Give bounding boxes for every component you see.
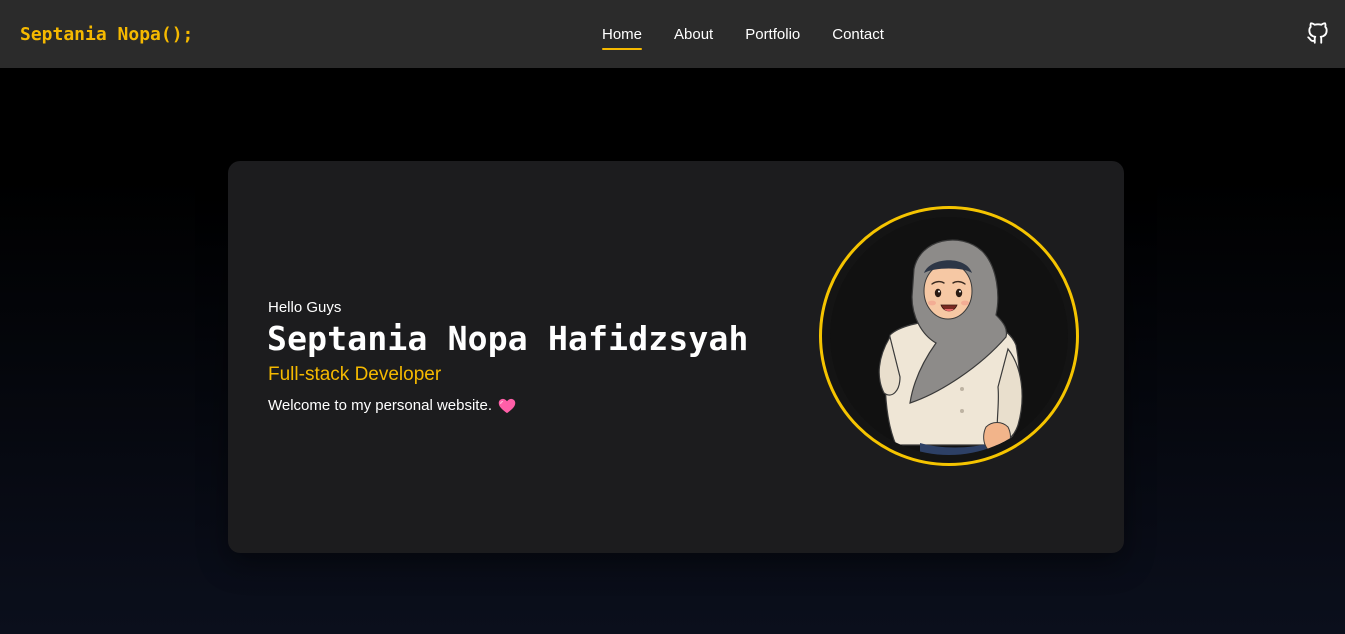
brand-logo[interactable]: Septania Nopa(); — [20, 0, 193, 68]
avatar-illustration — [830, 217, 1068, 455]
greeting-text: Hello Guys — [268, 299, 342, 316]
nav-link-portfolio[interactable]: Portfolio — [745, 20, 800, 49]
navbar: Septania Nopa(); Home About Portfolio Co… — [0, 0, 1345, 68]
hero-role: Full-stack Developer — [268, 364, 442, 385]
nav-link-about[interactable]: About — [674, 20, 713, 49]
nav-link-contact[interactable]: Contact — [832, 20, 884, 49]
welcome-line: Welcome to my personal website. — [268, 397, 516, 414]
hero-card: Hello Guys Septania Nopa Hafidzsyah Full… — [228, 161, 1124, 553]
avatar — [819, 206, 1079, 466]
welcome-text: Welcome to my personal website. — [268, 397, 492, 414]
github-icon[interactable] — [1305, 20, 1331, 46]
hero-name: Septania Nopa Hafidzsyah — [267, 319, 749, 358]
pink-heart-icon — [498, 398, 516, 414]
nav-link-home[interactable]: Home — [602, 20, 643, 50]
nav-menu: Home About Portfolio Contact — [602, 0, 916, 68]
